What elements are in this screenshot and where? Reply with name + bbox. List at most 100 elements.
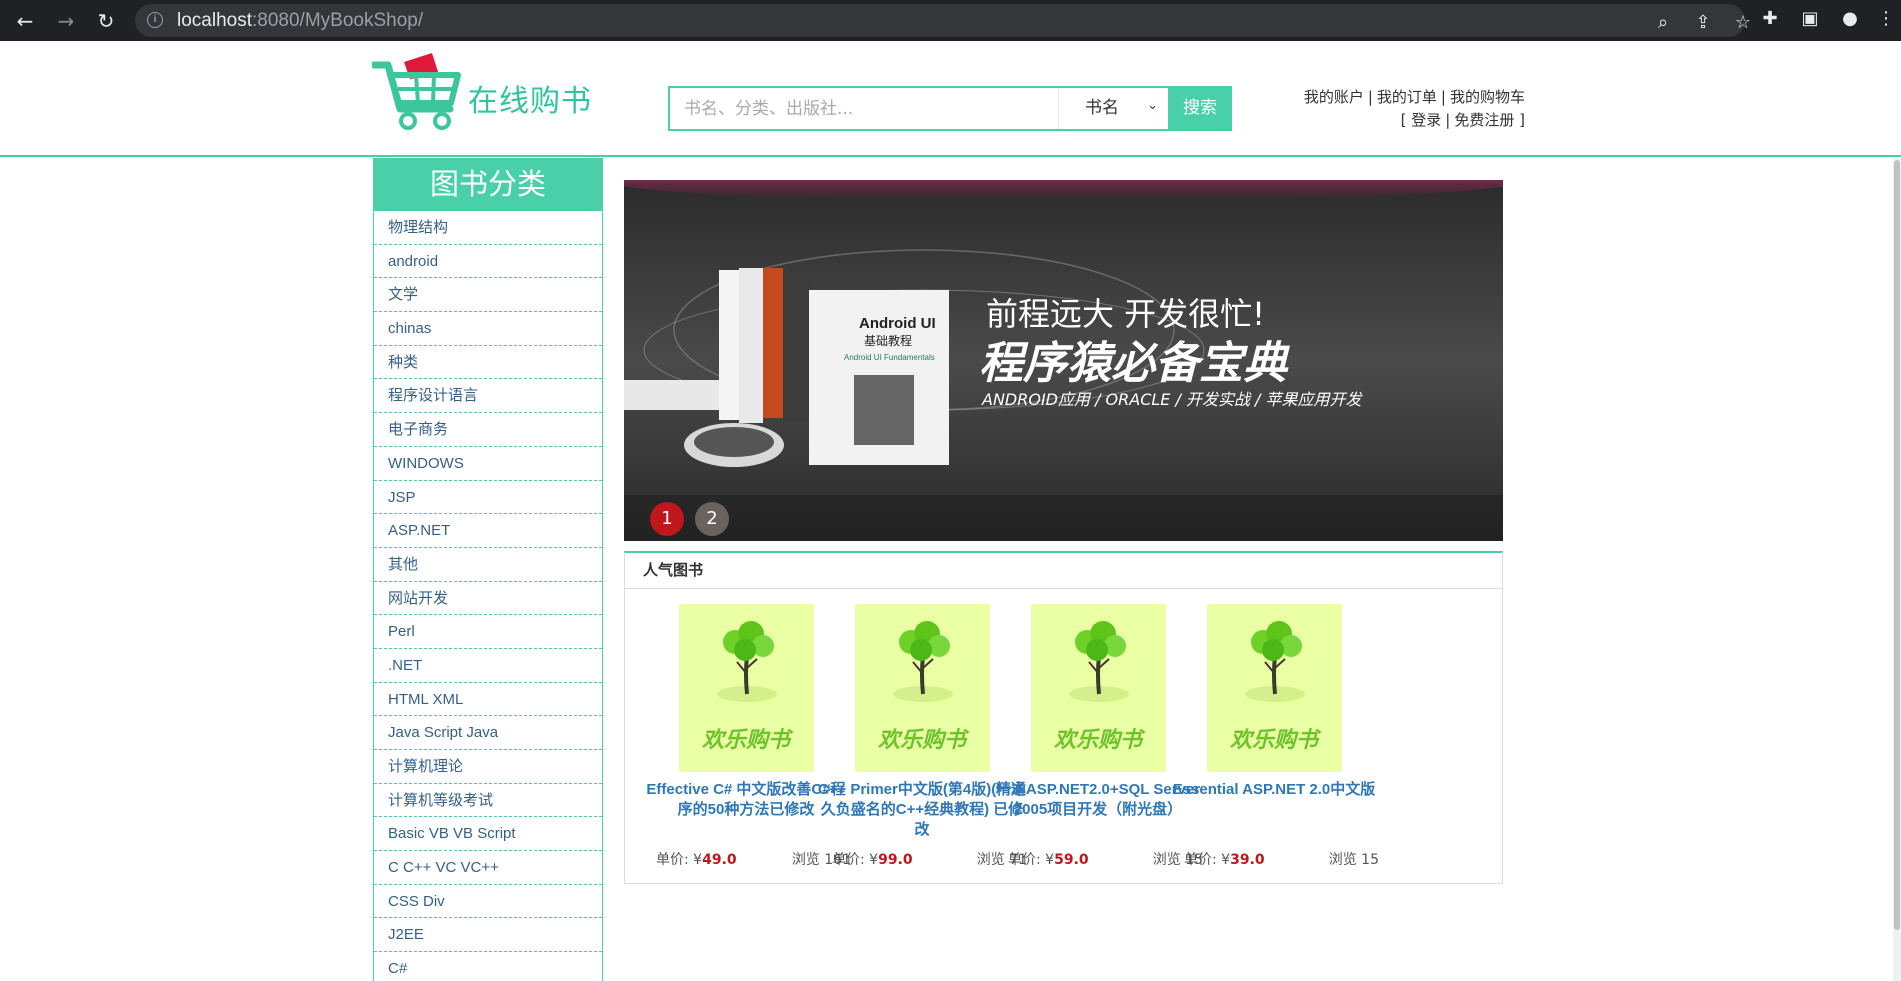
bracket-open: [: [1400, 111, 1407, 129]
cover-text: 欢乐购书: [878, 728, 970, 753]
price-label: 单价:: [1008, 852, 1046, 868]
search-input[interactable]: [670, 88, 1058, 129]
category-item[interactable]: 计算机理论: [374, 750, 602, 784]
my-cart-link[interactable]: 我的购物车: [1450, 88, 1525, 106]
site-header: 在线购书 书名 ⌄ 搜索 我的账户|我的订单|我的购物车 [ 登录|免费注册 ]: [0, 41, 1901, 157]
price-value: 39.0: [1230, 852, 1265, 868]
site-info-icon[interactable]: i: [147, 12, 163, 28]
book-title-link[interactable]: Essential ASP.NET 2.0中文版: [1167, 780, 1381, 800]
book-price: 单价: ¥49.0: [656, 849, 737, 869]
popular-books-title: 人气图书: [625, 553, 1502, 589]
cover-text: 欢乐购书: [1054, 728, 1146, 753]
url-text[interactable]: localhost:8080/MyBookShop/: [177, 10, 423, 32]
login-link[interactable]: 登录: [1411, 111, 1441, 129]
forward-icon[interactable]: →: [53, 8, 79, 34]
cover-text: 欢乐购书: [702, 728, 794, 753]
banner-image: Android UI 基础教程 Android UI Fundamentals …: [624, 180, 1503, 541]
carousel-indicators: 1 2: [624, 495, 1503, 541]
separator: |: [1445, 111, 1451, 129]
banner-headline-3: ANDROID应用 / ORACLE / 开发实战 / 苹果应用开发: [981, 390, 1364, 409]
category-item[interactable]: android: [374, 245, 602, 279]
price-label: 单价:: [1184, 852, 1222, 868]
account-links: 我的账户 | 我的订单 | 我的购物车 [ 登录 | 免费注册 ]: [1304, 86, 1525, 132]
price-value: 49.0: [702, 852, 737, 868]
my-account-link[interactable]: 我的账户: [1304, 88, 1364, 106]
category-sidebar: 图书分类 物理结构 android 文学 chinas 种类 程序设计语言 电子商务 WIND…: [373, 158, 603, 981]
currency-symbol: ¥: [693, 852, 703, 868]
menu-icon[interactable]: ⋮: [1874, 7, 1898, 31]
currency-symbol: ¥: [1221, 852, 1231, 868]
popular-books-panel: 人气图书 欢乐购书 Effective C# 中文版改善C#程序的50种方法已修改…: [624, 551, 1503, 884]
category-item[interactable]: Basic VB VB Script: [374, 817, 602, 852]
banner-book-title2: 基础教程: [864, 333, 912, 348]
zoom-icon[interactable]: ⌕: [1651, 11, 1675, 35]
address-bar[interactable]: i localhost:8080/MyBookShop/ ⌕ ⇪ ☆: [135, 4, 1751, 37]
scrollbar-thumb[interactable]: [1894, 160, 1900, 930]
book-cover-image[interactable]: 欢乐购书: [855, 604, 990, 772]
category-title: 图书分类: [374, 158, 602, 211]
book-price: 单价: ¥59.0: [1008, 849, 1089, 869]
carousel-dot-1[interactable]: 1: [650, 502, 684, 536]
category-item[interactable]: 电子商务: [374, 413, 602, 447]
book-views: 浏览 15: [1329, 849, 1379, 869]
category-item[interactable]: 文学: [374, 278, 602, 313]
extensions-icon[interactable]: ✚: [1758, 7, 1782, 31]
category-item[interactable]: 网站开发: [374, 582, 602, 616]
category-item[interactable]: 程序设计语言: [374, 379, 602, 414]
search-type-select[interactable]: 书名 ⌄: [1058, 88, 1168, 129]
price-label: 单价:: [832, 852, 870, 868]
book-price: 单价: ¥39.0: [1184, 849, 1265, 869]
category-item[interactable]: 其他: [374, 548, 602, 582]
category-item[interactable]: C#: [374, 952, 602, 981]
register-link[interactable]: 免费注册: [1454, 111, 1514, 129]
category-item[interactable]: Perl: [374, 615, 602, 649]
url-path: :8080/MyBookShop/: [252, 10, 424, 31]
banner-headline-1: 前程远大 开发很忙!: [986, 295, 1265, 333]
carousel-dot-2[interactable]: 2: [695, 502, 729, 536]
search-bar: 书名 ⌄ 搜索: [668, 86, 1232, 131]
category-item[interactable]: chinas: [374, 312, 602, 346]
book-cover-image[interactable]: 欢乐购书: [1031, 604, 1166, 772]
price-value: 99.0: [878, 852, 913, 868]
banner-carousel[interactable]: Android UI 基础教程 Android UI Fundamentals …: [624, 180, 1503, 541]
views-count: 15: [1361, 852, 1379, 868]
share-icon[interactable]: ⇪: [1691, 11, 1715, 35]
separator: |: [1440, 88, 1446, 106]
browser-toolbar: ← → ↻ i localhost:8080/MyBookShop/ ⌕ ⇪ ☆…: [0, 0, 1901, 41]
logo-text[interactable]: 在线购书: [468, 76, 592, 120]
bookmark-star-icon[interactable]: ☆: [1731, 11, 1755, 35]
category-list: 物理结构 android 文学 chinas 种类 程序设计语言 电子商务 WINDOWS JS…: [374, 211, 602, 981]
profile-icon[interactable]: ●: [1838, 7, 1862, 31]
reload-icon[interactable]: ↻: [93, 8, 119, 34]
page-scrollbar[interactable]: [1893, 158, 1901, 981]
category-item[interactable]: J2EE: [374, 918, 602, 953]
category-item[interactable]: Java Script Java: [374, 716, 602, 750]
category-item[interactable]: .NET: [374, 649, 602, 683]
my-orders-link[interactable]: 我的订单: [1377, 88, 1437, 106]
url-host: localhost: [177, 10, 252, 31]
price-label: 单价:: [656, 852, 694, 868]
category-item[interactable]: HTML XML: [374, 683, 602, 717]
category-item[interactable]: 种类: [374, 346, 602, 380]
category-item[interactable]: JSP: [374, 481, 602, 515]
search-button[interactable]: 搜索: [1168, 86, 1232, 131]
back-icon[interactable]: ←: [12, 8, 38, 34]
currency-symbol: ¥: [1045, 852, 1055, 868]
category-item[interactable]: CSS Div: [374, 885, 602, 919]
category-item[interactable]: 计算机等级考试: [374, 784, 602, 818]
separator: |: [1367, 88, 1373, 106]
banner-book-title: Android UI: [859, 315, 936, 332]
side-panel-icon[interactable]: ▣: [1798, 7, 1822, 31]
book-cover-image[interactable]: 欢乐购书: [679, 604, 814, 772]
category-item[interactable]: 物理结构: [374, 211, 602, 245]
category-item[interactable]: C C++ VC VC++: [374, 851, 602, 885]
cover-text: 欢乐购书: [1230, 728, 1322, 753]
currency-symbol: ¥: [869, 852, 879, 868]
chevron-down-icon: ⌄: [1147, 98, 1158, 113]
category-item[interactable]: ASP.NET: [374, 514, 602, 548]
category-item[interactable]: WINDOWS: [374, 447, 602, 481]
banner-headline-2: 程序猿必备宝典: [979, 338, 1290, 389]
price-value: 59.0: [1054, 852, 1089, 868]
book-cover-image[interactable]: 欢乐购书: [1207, 604, 1342, 772]
banner-book-subtitle: Android UI Fundamentals: [844, 353, 935, 362]
